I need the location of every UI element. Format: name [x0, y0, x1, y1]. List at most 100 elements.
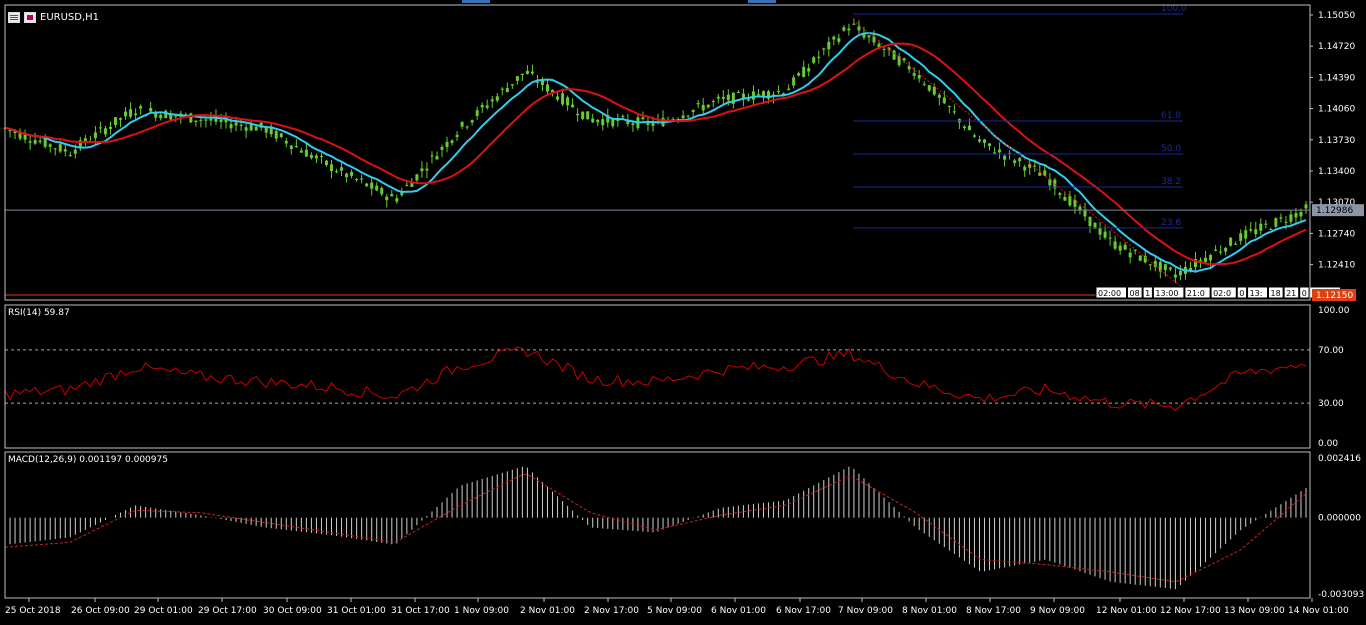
candle-body	[596, 119, 600, 123]
x-tick-label: 8 Nov 01:00	[902, 606, 957, 616]
candle-body	[204, 119, 208, 121]
candle-body	[73, 149, 77, 154]
candle-body	[415, 174, 419, 181]
candle-body	[721, 96, 725, 99]
candle-body	[1013, 160, 1017, 163]
price-tick-label: 1.14060	[1318, 105, 1355, 115]
time-badge-label: 02:0	[1213, 289, 1231, 298]
candle-body	[239, 124, 243, 126]
candle-body	[33, 140, 37, 144]
candle-body	[1108, 237, 1112, 239]
candle-body	[495, 96, 499, 101]
candle-body	[294, 145, 298, 148]
candle-body	[244, 127, 248, 131]
candle-body	[832, 36, 836, 40]
candle-body	[330, 164, 334, 172]
candle-body	[686, 115, 690, 117]
candle-body	[822, 48, 826, 50]
candle-body	[983, 139, 987, 143]
macd-tick-label: -0.003093	[1318, 590, 1364, 600]
fib-level-label: 38.2	[1161, 177, 1181, 187]
candle-body	[1078, 206, 1082, 211]
candle-body	[38, 140, 42, 143]
candle-body	[967, 125, 971, 131]
candle-body	[440, 146, 444, 150]
candle-body	[591, 118, 595, 123]
candle-body	[787, 88, 791, 91]
candle-body	[777, 91, 781, 93]
macd-tick-label: 0.000000	[1318, 514, 1361, 524]
x-tick-label: 30 Oct 09:00	[263, 606, 322, 616]
x-tick-label: 31 Oct 01:00	[327, 606, 386, 616]
candle-body	[1118, 245, 1122, 251]
candle-body	[631, 123, 635, 125]
price-panel[interactable]: 100.061.850.038.223.602:00 08 1 13:00 21:0 02…	[3, 4, 1341, 299]
macd-panel[interactable]	[4, 466, 1307, 590]
candle-body	[556, 96, 560, 100]
candle-body	[455, 134, 459, 138]
candle-body	[114, 117, 118, 126]
candle-body	[324, 160, 328, 166]
candle-body	[480, 104, 484, 108]
candle-body	[756, 94, 760, 96]
macd-signal-line	[4, 473, 1307, 583]
candle-body	[837, 38, 841, 42]
candles	[3, 18, 1308, 283]
candle-body	[852, 23, 856, 25]
candle-body	[561, 93, 565, 105]
candle-body	[465, 126, 469, 128]
x-tick-label: 13 Nov 09:00	[1224, 606, 1285, 616]
candle-body	[1083, 210, 1087, 217]
candle-body	[199, 119, 203, 121]
chart-canvas[interactable]: 100.061.850.038.223.602:00 08 1 13:00 21:0 02…	[0, 0, 1366, 625]
candle-body	[972, 135, 976, 137]
candle-body	[430, 155, 434, 157]
candle-body	[947, 106, 951, 108]
candle-body	[289, 145, 293, 150]
candle-body	[370, 182, 374, 189]
candle-body	[701, 104, 705, 111]
panel-frame	[4, 451, 1311, 599]
candle-body	[792, 77, 796, 86]
candle-body	[1088, 216, 1092, 227]
candle-body	[681, 115, 685, 119]
candle-body	[129, 109, 133, 117]
x-tick-label: 25 Oct 2018	[5, 606, 61, 616]
time-badge-label: 02:00	[1098, 289, 1121, 298]
x-tick-label: 2 Nov 01:00	[520, 606, 575, 616]
candle-body	[395, 198, 399, 202]
candle-body	[355, 178, 359, 180]
rsi-label: RSI(14) 59.87	[8, 308, 70, 318]
candle-body	[641, 117, 645, 120]
candle-body	[254, 126, 258, 131]
candle-body	[912, 73, 916, 76]
price-tick-label: 1.13730	[1318, 136, 1355, 146]
candle-body	[1304, 204, 1308, 209]
candle-body	[48, 144, 52, 147]
candle-body	[63, 149, 67, 152]
fib-level-label: 23.6	[1161, 218, 1181, 228]
candle-body	[319, 156, 323, 158]
candle-body	[842, 27, 846, 31]
candle-body	[304, 149, 308, 157]
macd-histogram	[4, 466, 1307, 590]
candle-body	[726, 94, 730, 101]
macd-tick-label: 0.002416	[1318, 454, 1361, 464]
time-badge-label: 13:00	[1155, 289, 1178, 298]
rsi-panel[interactable]	[4, 346, 1310, 411]
candle-body	[345, 173, 349, 178]
candle-body	[1249, 229, 1253, 231]
candle-body	[917, 75, 921, 79]
candle-body	[340, 167, 344, 171]
time-badge-label: 0	[1302, 289, 1307, 298]
candle-body	[350, 171, 354, 176]
candle-body	[817, 56, 821, 58]
candle-body	[380, 188, 384, 195]
candle-body	[937, 94, 941, 98]
candle-body	[1038, 172, 1042, 176]
candle-body	[279, 133, 283, 138]
candle-body	[229, 124, 233, 129]
candle-body	[1234, 243, 1238, 245]
candle-body	[1219, 251, 1223, 253]
candle-body	[510, 84, 514, 86]
